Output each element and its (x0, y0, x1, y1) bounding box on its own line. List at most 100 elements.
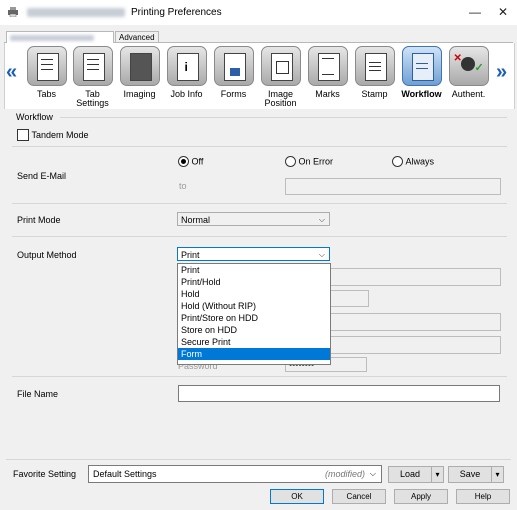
job-info-icon: i (166, 46, 207, 86)
toolbar-label: Image Position (264, 89, 297, 108)
dropdown-option[interactable]: Print (178, 264, 330, 276)
toolbar-image-position[interactable]: Image Position (258, 46, 303, 108)
file-name-input[interactable] (178, 385, 500, 402)
toolbar-imaging[interactable]: Imaging (117, 46, 162, 99)
dropdown-option[interactable]: Store on HDD (178, 324, 330, 336)
dropdown-option[interactable]: Secure Print (178, 336, 330, 348)
send-email-label: Send E-Mail (17, 171, 67, 181)
chevron-down-icon: ⌵ (318, 250, 325, 259)
scroll-right-button[interactable]: » (496, 61, 507, 84)
forms-icon (213, 46, 254, 86)
modified-text: (modified) (325, 469, 366, 479)
radio-on-error[interactable]: On Error (285, 156, 334, 168)
save-button[interactable]: Save (448, 466, 492, 483)
printer-icon (8, 7, 18, 17)
ok-button[interactable]: OK (270, 489, 324, 504)
toolbar-forms[interactable]: Forms (211, 46, 256, 99)
divider (12, 376, 507, 377)
print-mode-label: Print Mode (17, 215, 61, 225)
workflow-icon (401, 46, 442, 86)
save-label: Save (459, 469, 481, 479)
dropdown-option[interactable]: Print/Hold (178, 276, 330, 288)
radio-button (285, 156, 296, 168)
tab-advanced-label: Advanced (119, 33, 155, 42)
help-button[interactable]: Help (456, 489, 510, 504)
image-position-icon (260, 46, 301, 86)
toolbar-label: Imaging (123, 89, 156, 99)
toolbar-workflow[interactable]: Workflow (399, 46, 444, 99)
load-button[interactable]: Load (388, 466, 432, 483)
marks-icon (307, 46, 348, 86)
section-title-workflow: Workflow (16, 112, 53, 122)
toolbar-marks[interactable]: Marks (305, 46, 350, 99)
chevron-down-icon: ⌵ (318, 215, 325, 224)
tandem-mode-checkbox[interactable]: Tandem Mode (17, 129, 89, 141)
tabs-icon (26, 46, 67, 86)
divider (12, 203, 507, 204)
toolbar-tabs[interactable]: Tabs (24, 46, 69, 99)
radio-label: Off (191, 156, 204, 167)
dropdown-option[interactable]: Print/Store on HDD (178, 312, 330, 324)
chevron-down-icon: ⌵ (369, 469, 376, 478)
divider (12, 146, 507, 147)
toolbar-authentication[interactable]: ✕ ✓ Authent. (446, 46, 491, 99)
radio-label: On Error (298, 156, 334, 167)
tandem-mode-label: Tandem Mode (31, 130, 89, 140)
apply-label: Apply (410, 492, 431, 501)
favorite-setting-select[interactable]: Default Settings (modified) ⌵ (88, 465, 382, 483)
to-label: to (179, 181, 187, 191)
email-to-field[interactable] (285, 178, 501, 195)
tab-label-redacted (10, 35, 94, 41)
cancel-label: Cancel (346, 492, 372, 501)
toolbar-job-info[interactable]: i Job Info (164, 46, 209, 99)
load-dropdown-button[interactable]: ▾ (431, 466, 444, 483)
print-mode-value: Normal (181, 215, 211, 225)
minimize-icon: — (469, 5, 481, 19)
output-method-value: Print (181, 250, 200, 260)
dropdown-option-selected[interactable]: Form (178, 348, 330, 360)
scroll-left-button[interactable]: « (6, 61, 17, 84)
dropdown-option[interactable]: Hold (178, 288, 330, 300)
radio-label: Always (405, 156, 435, 167)
printer-name-redacted (27, 8, 125, 17)
toolbar-label: Forms (220, 89, 247, 99)
help-label: Help (474, 492, 492, 501)
output-method-select[interactable]: Print ⌵ (177, 247, 330, 261)
radio-button (178, 156, 189, 168)
authentication-icon: ✕ ✓ (448, 46, 489, 86)
checkbox-box (17, 129, 29, 141)
cancel-button[interactable]: Cancel (332, 489, 386, 504)
imaging-icon (119, 46, 160, 86)
radio-off[interactable]: Off (178, 156, 204, 168)
output-method-dropdown: Print Print/Hold Hold Hold (Without RIP)… (177, 263, 331, 365)
toolbar-stamp[interactable]: Stamp (352, 46, 397, 99)
toolbar-label: Workflow (401, 89, 442, 99)
apply-button[interactable]: Apply (394, 489, 448, 504)
toolbar-tab-settings[interactable]: Tab Settings (70, 46, 115, 108)
toolbar-label: Job Info (170, 89, 203, 99)
minimize-button[interactable]: — (461, 0, 489, 25)
double-chevron-right-icon: » (496, 61, 508, 83)
close-button[interactable]: ✕ (489, 0, 517, 25)
toolbar-label: Tab Settings (76, 89, 109, 108)
load-label: Load (399, 469, 421, 479)
radio-always[interactable]: Always (392, 156, 435, 168)
favorite-setting-label: Favorite Setting (13, 469, 77, 479)
divider (6, 459, 511, 460)
toolbar-label: Marks (315, 89, 340, 99)
tab-settings-icon (72, 46, 113, 86)
toolbar-label: Authent. (451, 89, 486, 99)
toolbar-label: Tabs (36, 89, 56, 99)
dropdown-option[interactable]: Hold (Without RIP) (178, 300, 330, 312)
radio-button (392, 156, 403, 168)
window-title: Printing Preferences (131, 7, 222, 18)
save-dropdown-button[interactable]: ▾ (491, 466, 504, 483)
double-chevron-left-icon: « (6, 61, 18, 83)
caret-down-icon: ▾ (495, 470, 500, 479)
ok-label: OK (291, 492, 303, 501)
output-method-label: Output Method (17, 250, 77, 260)
favorite-value: Default Settings (93, 469, 157, 479)
toolbar-label: Stamp (361, 89, 388, 99)
divider (12, 236, 507, 237)
print-mode-select[interactable]: Normal ⌵ (177, 212, 330, 226)
